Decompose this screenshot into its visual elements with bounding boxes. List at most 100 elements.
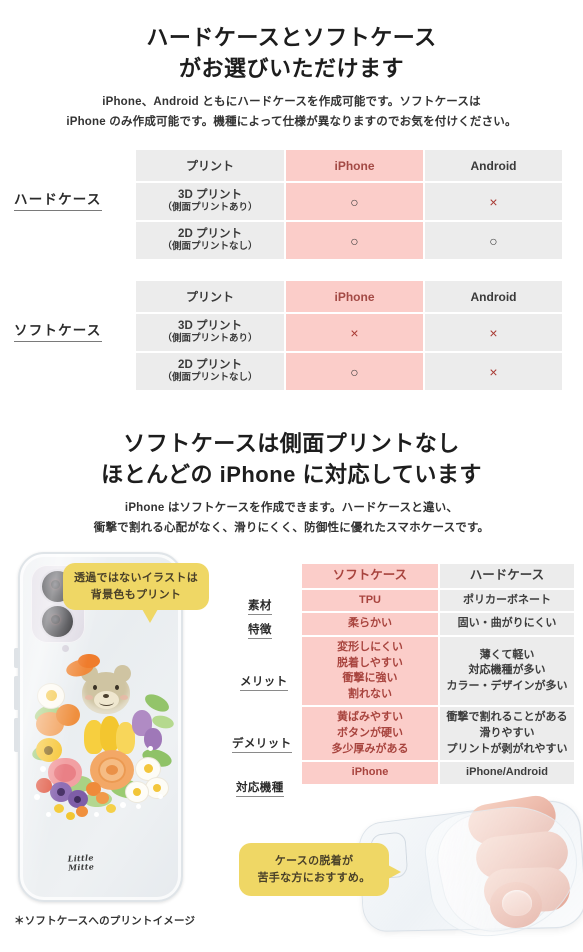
table-row: 3D プリント （側面プリントあり） × × xyxy=(136,314,562,351)
cell-android: × xyxy=(425,314,562,351)
cell-android: ○ xyxy=(425,222,562,259)
cell-hard-demerit: 衝撃で割れることがある 滑りやすい プリントが剥がれやすい xyxy=(440,707,574,761)
demerit-hard-line2: 滑りやすい xyxy=(479,727,535,740)
row-label-compatible-models: 対応機種 xyxy=(236,779,284,797)
circle-mark-icon: ○ xyxy=(350,232,359,249)
hardcase-spec-block: ハードケース プリント iPhone Android 3D プリント （側面プリ… xyxy=(0,148,583,259)
mute-switch xyxy=(14,648,18,668)
comparison-row-feature: 柔らかい 固い・曲がりにくい xyxy=(302,613,574,635)
print-sub: （側面プリントなし） xyxy=(162,371,258,383)
header-print: プリント xyxy=(136,281,284,312)
print-sub: （側面プリントなし） xyxy=(162,240,258,252)
header-print: プリント xyxy=(136,150,284,181)
cell-print-type: 2D プリント （側面プリントなし） xyxy=(136,353,284,390)
demerit-soft-line1: 黄ばみやすい xyxy=(337,711,403,724)
demerit-hard-line1: 衝撃で割れることがある xyxy=(446,711,568,724)
demerit-soft-line2: ボタンが硬い xyxy=(337,727,403,740)
cell-hard-feature: 固い・曲がりにくい xyxy=(440,613,574,635)
table-row: 2D プリント （側面プリントなし） ○ × xyxy=(136,353,562,390)
callout-bubble-print-note: 透過ではないイラストは 背景色もプリント xyxy=(63,563,209,623)
cross-mark-icon: × xyxy=(489,324,498,341)
bear-face-illustration xyxy=(81,665,131,714)
comparison-row-merit: 変形しにくい 脱着しやすい 衝撃に強い 割れない 薄くて軽い 対応機種が多い カ… xyxy=(302,636,574,706)
signature-line2: Mitte xyxy=(67,861,95,873)
cell-hard-models: iPhone/Android xyxy=(440,762,574,784)
circle-mark-icon: ○ xyxy=(489,232,498,249)
print-title: 3D プリント xyxy=(178,188,242,201)
cell-soft-feature: 柔らかい xyxy=(302,613,440,635)
callout-bubble-recommend: ケースの脱着が 苦手な方におすすめ。 xyxy=(239,843,401,896)
bubble-line1: 透過ではないイラストは xyxy=(73,572,199,584)
section1-lead-line1: iPhone、Android ともにハードケースを作成可能です。ソフトケースは xyxy=(102,96,481,108)
softcase-hardcase-comparison-table: ソフトケース ハードケース TPU ポリカーボネート 柔らかい 固い・曲がりにく… xyxy=(302,562,574,786)
section2-heading: ソフトケースは側面プリントなし ほとんどの iPhone に対応しています xyxy=(0,428,583,490)
hardcase-spec-table: プリント iPhone Android 3D プリント （側面プリントあり） ○… xyxy=(134,148,564,261)
cell-android: × xyxy=(425,183,562,220)
cell-iphone: × xyxy=(286,314,423,351)
print-title: 3D プリント xyxy=(178,319,242,332)
softcase-spec-block: ソフトケース プリント iPhone Android 3D プリント （側面プリ… xyxy=(0,279,583,390)
merit-soft-line3: 衝撃に強い xyxy=(342,672,398,685)
bubble-text: ケースの脱着が 苦手な方におすすめ。 xyxy=(252,853,377,886)
print-sub: （側面プリントあり） xyxy=(162,332,258,344)
merit-hard-line1: 薄くて軽い xyxy=(479,648,535,661)
header-hardcase: ハードケース xyxy=(440,564,574,588)
cell-hard-material: ポリカーボネート xyxy=(440,589,574,612)
section1-lead-line2: iPhone のみ作成可能です。機種によって仕様が異なりますのでお気を付けくださ… xyxy=(66,116,517,129)
cell-iphone: ○ xyxy=(286,353,423,390)
demerit-hard-line3: プリントが剥がれやすい xyxy=(446,742,568,755)
artist-signature: Little Mitte xyxy=(67,852,95,873)
section2-lead-line1: iPhone はソフトケースを作成できます。ハードケースと違い、 xyxy=(124,502,459,514)
section1-heading: ハードケースとソフトケース がお選びいただけます xyxy=(0,22,583,84)
table-row: 2D プリント （側面プリントなし） ○ ○ xyxy=(136,222,562,259)
header-softcase: ソフトケース xyxy=(302,564,440,588)
cell-print-type: 3D プリント （側面プリントあり） xyxy=(136,314,284,351)
table-header-row: プリント iPhone Android xyxy=(136,150,562,181)
flower-bouquet-illustration xyxy=(30,654,176,820)
comparison-row-demerit: 黄ばみやすい ボタンが硬い 多少厚みがある 衝撃で割れることがある 滑りやすい … xyxy=(302,707,574,761)
cell-hard-merit: 薄くて軽い 対応機種が多い カラー・デザインが多い xyxy=(440,636,574,706)
softcase-spec-table: プリント iPhone Android 3D プリント （側面プリントあり） ×… xyxy=(134,279,564,392)
cross-mark-icon: × xyxy=(350,324,359,341)
print-title: 2D プリント xyxy=(178,227,242,240)
row-label-merit: メリット xyxy=(240,673,288,691)
demerit-soft-line3: 多少厚みがある xyxy=(331,742,409,755)
bubble-line2: 背景色もプリント xyxy=(90,588,182,601)
section1-heading-line2: がお選びいただけます xyxy=(178,56,404,82)
header-iphone: iPhone xyxy=(286,150,423,181)
comparison-row-models: iPhone iPhone/Android xyxy=(302,762,574,784)
merit-soft-line2: 脱着しやすい xyxy=(337,656,403,669)
print-sub: （側面プリントあり） xyxy=(162,201,258,213)
merit-hard-line3: カラー・デザインが多い xyxy=(446,679,568,692)
cross-mark-icon: × xyxy=(489,193,498,210)
header-android: Android xyxy=(425,281,562,312)
camera-lens-icon xyxy=(42,606,73,637)
table-row: 3D プリント （側面プリントあり） ○ × xyxy=(136,183,562,220)
section2-lead-line2: 衝撃で割れる心配がなく、滑りにくく、防御性に優れたスマホケースです。 xyxy=(93,522,490,535)
print-title: 2D プリント xyxy=(178,358,242,371)
row-label-feature: 特徴 xyxy=(248,621,272,639)
cell-soft-models: iPhone xyxy=(302,762,440,784)
section2-lead: iPhone はソフトケースを作成できます。ハードケースと違い、 衝撃で割れる心… xyxy=(0,498,583,538)
section2-heading-line1: ソフトケースは側面プリントなし xyxy=(123,431,460,456)
merit-soft-line1: 変形しにくい xyxy=(337,640,403,653)
cell-soft-merit: 変形しにくい 脱着しやすい 衝撃に強い 割れない xyxy=(302,636,440,706)
section2-heading-line2: ほとんどの iPhone に対応しています xyxy=(101,462,482,488)
cell-iphone: ○ xyxy=(286,222,423,259)
bubble-line1: ケースの脱着が xyxy=(274,855,354,867)
cell-iphone: ○ xyxy=(286,183,423,220)
bubble-line2: 苦手な方におすすめ。 xyxy=(257,871,371,884)
print-image-footnote: ＊ソフトケースへのプリントイメージ xyxy=(14,915,196,927)
merit-soft-line4: 割れない xyxy=(348,687,392,700)
bubble-text: 透過ではないイラストは 背景色もプリント xyxy=(68,570,204,603)
row-label-material: 素材 xyxy=(248,597,272,615)
softcase-row-label: ソフトケース xyxy=(14,319,102,342)
table-header-row: プリント iPhone Android xyxy=(136,281,562,312)
merit-hard-line2: 対応機種が多い xyxy=(468,664,546,677)
flash-icon xyxy=(62,645,69,652)
volume-down-button xyxy=(14,718,18,752)
product-info-page: ハードケースとソフトケース がお選びいただけます iPhone、Android … xyxy=(0,0,583,952)
cross-mark-icon: × xyxy=(489,363,498,380)
cell-print-type: 3D プリント （側面プリントあり） xyxy=(136,183,284,220)
circle-mark-icon: ○ xyxy=(350,363,359,380)
